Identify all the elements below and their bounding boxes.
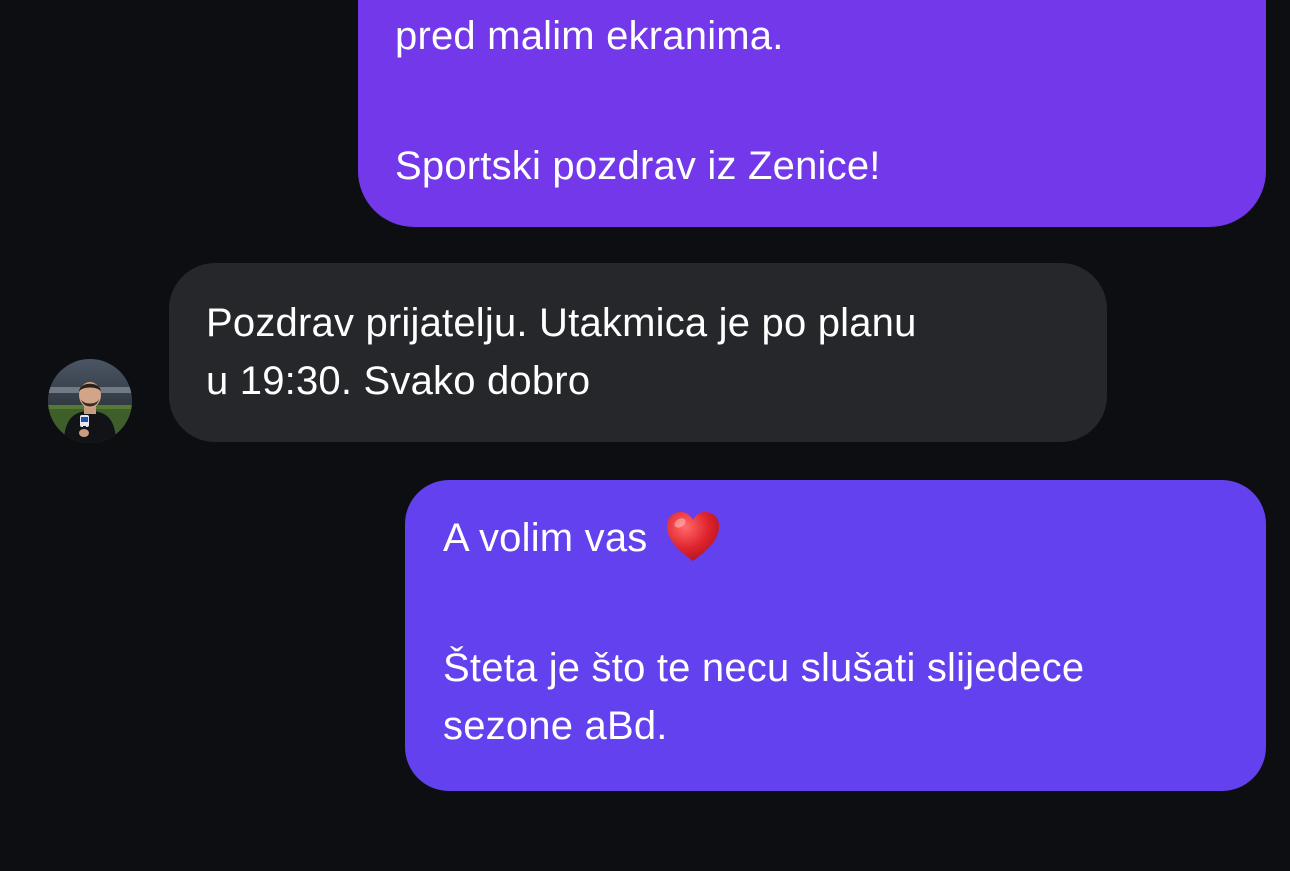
sender-avatar[interactable] (48, 359, 132, 443)
outgoing-message-bubble[interactable]: A volim vas Šteta je što te necu slušati… (405, 480, 1266, 791)
incoming-message-bubble[interactable]: Pozdrav prijatelju. Utakmica je po planu… (169, 263, 1107, 442)
person-photo-avatar-icon (48, 359, 132, 443)
message-text: pred malim ekranima. (395, 14, 784, 58)
message-text: A volim vas (443, 516, 648, 560)
outgoing-message-bubble[interactable]: pred malim ekranima. Sportski pozdrav iz… (358, 0, 1266, 227)
heart-emoji-icon (664, 509, 722, 563)
message-text: Pozdrav prijatelju. Utakmica je po planu… (206, 301, 917, 403)
message-text: Sportski pozdrav iz Zenice! (395, 144, 881, 188)
message-text-with-emoji: A volim vas (443, 509, 1230, 567)
message-thread: pred malim ekranima. Sportski pozdrav iz… (0, 0, 1290, 871)
message-text: Šteta je što te necu slušati slijedece s… (443, 646, 1085, 748)
